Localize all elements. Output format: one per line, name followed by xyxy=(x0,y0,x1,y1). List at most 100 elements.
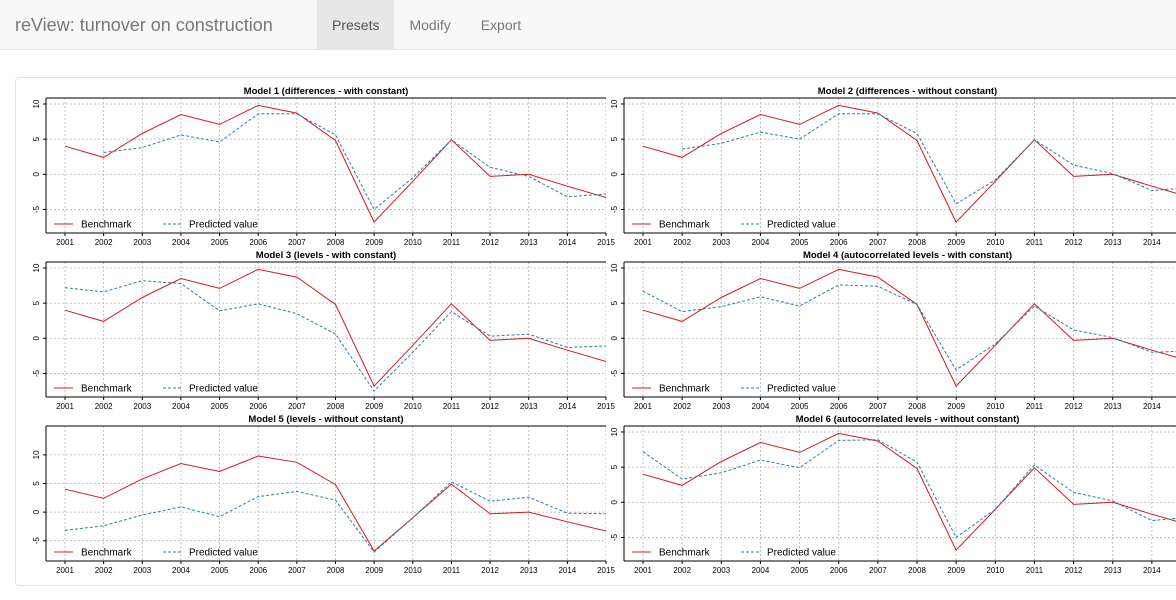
app-brand[interactable]: reView: turnover on construction xyxy=(15,0,273,50)
y-tick-label: -5 xyxy=(610,205,619,213)
x-tick-label: 2007 xyxy=(869,566,887,575)
legend-predicted-label: Predicted value xyxy=(189,384,258,395)
x-tick-label: 2004 xyxy=(752,238,770,247)
x-tick-label: 2010 xyxy=(986,402,1004,411)
x-tick-label: 2008 xyxy=(908,238,926,247)
y-tick-label: -5 xyxy=(32,369,41,377)
x-tick-label: 2001 xyxy=(634,238,652,247)
x-tick-label: 2011 xyxy=(1026,402,1044,411)
tab-modify[interactable]: Modify xyxy=(394,0,465,50)
y-tick-label: -5 xyxy=(32,537,41,545)
legend-benchmark-label: Benchmark xyxy=(659,220,711,231)
x-tick-label: 2009 xyxy=(365,566,383,575)
x-tick-label: 2002 xyxy=(673,238,691,247)
x-tick-label: 2003 xyxy=(712,566,730,575)
x-tick-label: 2001 xyxy=(56,238,74,247)
x-tick-label: 2004 xyxy=(172,566,190,575)
x-tick-label: 2003 xyxy=(133,402,151,411)
x-tick-label: 2005 xyxy=(791,238,809,247)
x-tick-label: 2014 xyxy=(1143,402,1161,411)
x-tick-label: 2008 xyxy=(327,566,345,575)
x-tick-label: 2014 xyxy=(1143,238,1161,247)
y-tick-label: 5 xyxy=(610,136,619,141)
x-tick-label: 2009 xyxy=(947,238,965,247)
x-tick-label: 2009 xyxy=(947,566,965,575)
x-tick-label: 2012 xyxy=(481,566,499,575)
x-tick-label: 2003 xyxy=(133,566,151,575)
x-tick-label: 2005 xyxy=(211,402,229,411)
x-tick-label: 2006 xyxy=(249,402,267,411)
chart-title: Model 5 (levels - without constant) xyxy=(248,414,403,425)
y-tick-label: 10 xyxy=(610,427,619,436)
x-tick-label: 2006 xyxy=(249,566,267,575)
x-tick-label: 2006 xyxy=(830,402,848,411)
x-tick-label: 2002 xyxy=(95,566,113,575)
model-plots: Model 1 (differences - with constant) 10 5… xyxy=(32,86,1176,575)
x-tick-label: 2012 xyxy=(1065,238,1083,247)
nav-tabs: Presets Modify Export xyxy=(317,0,536,50)
y-tick-label: 5 xyxy=(32,481,41,486)
x-tick-label: 2009 xyxy=(365,238,383,247)
legend-benchmark-label: Benchmark xyxy=(81,548,133,559)
x-tick-label: 2012 xyxy=(1065,402,1083,411)
benchmark-line xyxy=(642,432,1176,551)
legend-benchmark-label: Benchmark xyxy=(659,548,711,559)
y-tick-label: 10 xyxy=(610,99,619,108)
y-tick-label: 5 xyxy=(32,300,41,305)
predicted-line xyxy=(103,113,606,211)
x-tick-label: 2002 xyxy=(673,402,691,411)
x-tick-label: 2002 xyxy=(673,566,691,575)
x-tick-label: 2004 xyxy=(752,566,770,575)
x-tick-label: 2010 xyxy=(404,402,422,411)
y-tick-label: 0 xyxy=(32,336,41,341)
x-tick-label: 2004 xyxy=(172,402,190,411)
x-tick-label: 2011 xyxy=(1026,238,1044,247)
x-tick-label: 2009 xyxy=(365,402,383,411)
x-tick-label: 2001 xyxy=(634,566,652,575)
tab-presets[interactable]: Presets xyxy=(317,0,395,50)
y-tick-label: -5 xyxy=(610,369,619,377)
y-tick-label: 0 xyxy=(610,172,619,177)
x-tick-label: 2014 xyxy=(558,238,576,247)
x-tick-label: 2013 xyxy=(520,566,538,575)
chart-model-1: Model 1 (differences - with constant) 10 5… xyxy=(32,86,615,247)
x-tick-label: 2008 xyxy=(327,238,345,247)
x-tick-label: 2010 xyxy=(404,566,422,575)
x-tick-label: 2012 xyxy=(481,238,499,247)
y-tick-label: 10 xyxy=(32,99,41,108)
x-tick-label: 2012 xyxy=(481,402,499,411)
x-tick-label: 2015 xyxy=(597,402,615,411)
y-tick-label: -5 xyxy=(610,533,619,541)
x-tick-label: 2014 xyxy=(1143,566,1161,575)
chart-title: Model 6 (autocorrelated levels - without… xyxy=(796,414,1020,425)
x-tick-label: 2010 xyxy=(986,238,1004,247)
x-tick-label: 2005 xyxy=(791,402,809,411)
benchmark-line xyxy=(642,268,1176,387)
x-tick-label: 2011 xyxy=(443,566,461,575)
y-tick-label: 0 xyxy=(610,336,619,341)
tab-export[interactable]: Export xyxy=(466,0,536,50)
x-tick-label: 2008 xyxy=(908,402,926,411)
x-tick-label: 2009 xyxy=(947,402,965,411)
x-tick-label: 2005 xyxy=(211,238,229,247)
benchmark-line xyxy=(642,104,1176,223)
legend-predicted-label: Predicted value xyxy=(767,384,836,395)
y-tick-label: 0 xyxy=(610,500,619,505)
legend-predicted-label: Predicted value xyxy=(189,548,258,559)
x-tick-label: 2007 xyxy=(288,566,306,575)
x-tick-label: 2011 xyxy=(1026,566,1044,575)
navbar: reView: turnover on construction Presets… xyxy=(0,0,1176,50)
plots-panel: Model 1 (differences - with constant) 10 5… xyxy=(15,77,1176,586)
x-tick-label: 2014 xyxy=(558,566,576,575)
x-tick-label: 2013 xyxy=(1104,402,1122,411)
x-tick-label: 2006 xyxy=(249,238,267,247)
predicted-line xyxy=(682,113,1176,205)
legend-benchmark-label: Benchmark xyxy=(659,384,711,395)
chart-model-4: Model 4 (autocorrelated levels - with co… xyxy=(610,250,1176,411)
predicted-line xyxy=(642,284,1176,371)
x-tick-label: 2013 xyxy=(520,238,538,247)
x-tick-label: 2007 xyxy=(288,238,306,247)
chart-model-6: Model 6 (autocorrelated levels - without… xyxy=(610,414,1176,575)
chart-title: Model 4 (autocorrelated levels - with co… xyxy=(803,250,1012,261)
x-tick-label: 2007 xyxy=(869,238,887,247)
